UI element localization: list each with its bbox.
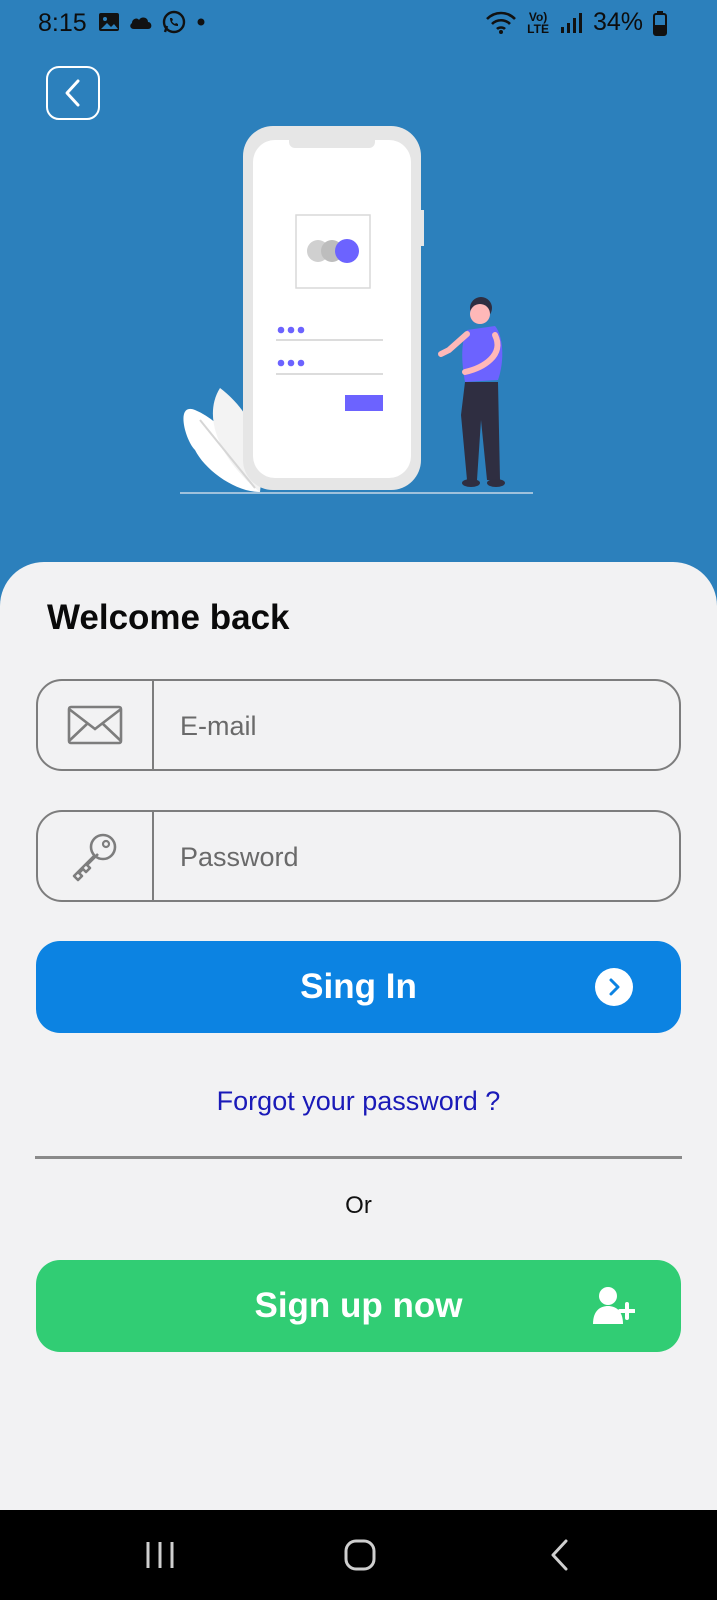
login-screen: 8:15 Vo) LTE 34% Welcome back E-mail Sin… — [0, 0, 717, 1600]
arrow-right-circle-icon — [595, 968, 633, 1006]
password-field[interactable] — [36, 810, 681, 902]
home-icon — [344, 1539, 376, 1571]
status-bar: 8:15 Vo) LTE 34% — [0, 0, 717, 48]
signal-icon — [560, 12, 582, 33]
system-nav-bar — [0, 1510, 717, 1600]
forgot-password-link[interactable]: Forgot your password ? — [0, 1086, 717, 1117]
password-icon-cell — [38, 812, 154, 900]
page-title: Welcome back — [47, 598, 290, 637]
wifi-icon — [486, 11, 517, 34]
dot-icon — [197, 18, 205, 26]
signup-button[interactable]: Sign up now — [36, 1260, 681, 1352]
recents-button[interactable] — [115, 1510, 205, 1600]
divider — [35, 1156, 682, 1159]
cloud-icon — [130, 17, 152, 29]
back-arrow-icon — [551, 1539, 568, 1571]
login-illustration — [180, 126, 533, 494]
status-system-icons: Vo) LTE 34% — [485, 8, 667, 37]
envelope-icon — [67, 705, 123, 745]
home-button[interactable] — [315, 1510, 405, 1600]
email-field[interactable] — [36, 679, 681, 771]
recents-icon — [146, 1542, 174, 1568]
battery-percent: 34% — [592, 8, 643, 36]
key-icon — [72, 833, 117, 882]
chevron-left-icon — [65, 79, 80, 107]
add-user-icon — [593, 1287, 635, 1324]
phone-illustration — [243, 126, 424, 490]
email-icon-cell — [38, 681, 154, 769]
gallery-icon — [99, 13, 119, 31]
signup-label: Sign up now — [254, 1286, 463, 1325]
signin-label: Sing In — [300, 967, 417, 1006]
whatsapp-icon — [162, 10, 186, 34]
email-input[interactable] — [178, 701, 662, 751]
status-time: 8:15 — [38, 9, 87, 37]
volte-label: Vo) LTE — [527, 9, 549, 36]
person-illustration — [438, 297, 505, 487]
signin-button[interactable]: Sing In — [36, 941, 681, 1033]
back-button[interactable] — [46, 66, 100, 120]
password-input[interactable] — [178, 832, 662, 882]
battery-icon — [653, 10, 667, 36]
status-notification-icons — [98, 10, 208, 34]
system-back-button[interactable] — [515, 1510, 605, 1600]
or-label: Or — [345, 1192, 372, 1219]
